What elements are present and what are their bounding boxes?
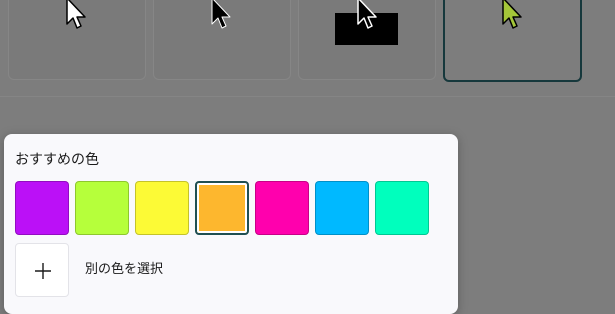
recommended-colors-panel: おすすめの色 別の色を選択 [4, 134, 458, 314]
pointer-style-black[interactable] [153, 0, 291, 80]
section-divider [0, 96, 615, 97]
choose-other-color-button[interactable] [15, 243, 69, 297]
color-swatch-purple[interactable] [15, 181, 69, 235]
color-swatch-sky-blue[interactable] [315, 181, 369, 235]
pointer-style-inverted[interactable] [298, 0, 436, 80]
color-swatch-magenta[interactable] [255, 181, 309, 235]
color-swatch-yellow[interactable] [135, 181, 189, 235]
color-swatch-mint[interactable] [375, 181, 429, 235]
panel-title: おすすめの色 [15, 152, 99, 168]
black-pointer-icon [211, 0, 231, 29]
plus-icon [35, 263, 51, 279]
color-swatch-orange[interactable] [195, 181, 249, 235]
inverted-pointer-icon [357, 0, 377, 29]
white-pointer-icon [66, 0, 86, 29]
custom-color-pointer-icon [502, 0, 522, 29]
choose-other-color-label: 別の色を選択 [85, 262, 164, 277]
pointer-style-white[interactable] [8, 0, 146, 80]
color-swatch-lime[interactable] [75, 181, 129, 235]
pointer-style-custom[interactable] [443, 0, 582, 82]
